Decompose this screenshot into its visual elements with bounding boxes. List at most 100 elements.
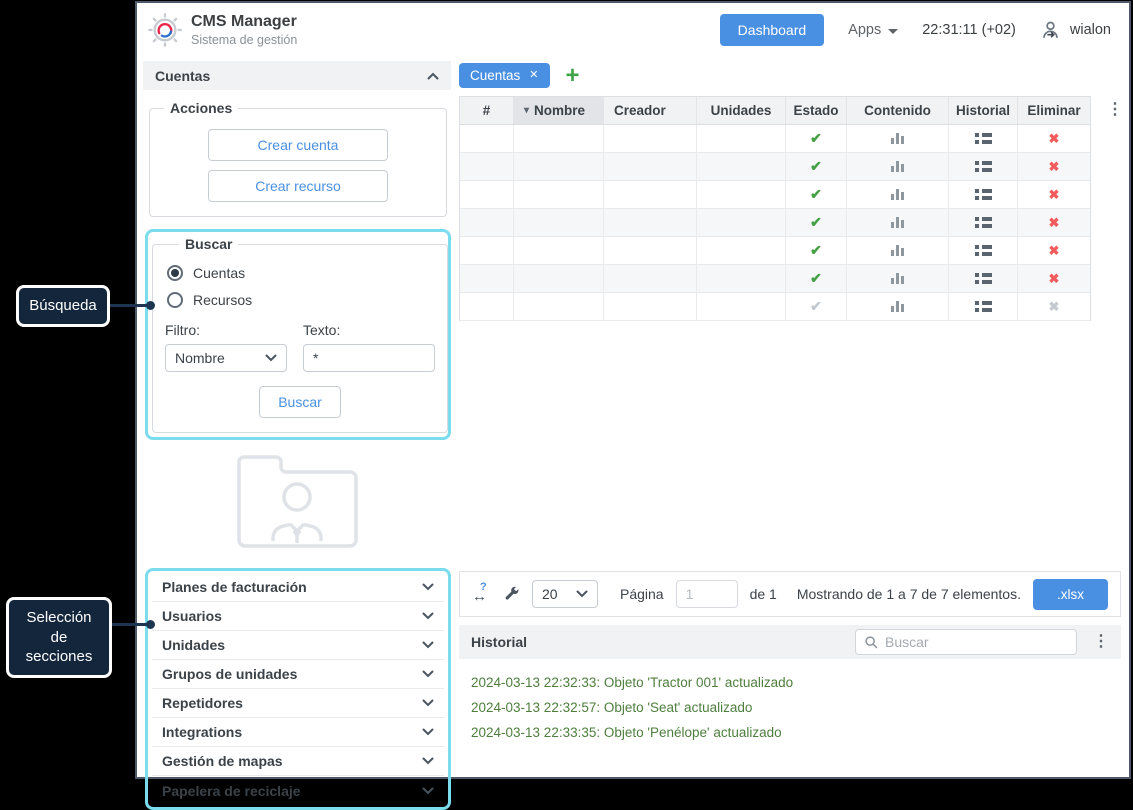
accounts-table: #▾NombreCreadorUnidadesEstadoContenidoHi…	[459, 96, 1091, 321]
historial-title: Historial	[471, 634, 527, 650]
column-header-contenido[interactable]: Contenido	[847, 97, 949, 125]
dashboard-button[interactable]: Dashboard	[720, 14, 825, 46]
eliminar-icon[interactable]: ✖	[1049, 271, 1060, 287]
contenido-chart-icon[interactable]	[891, 273, 904, 284]
sidebar-section-item[interactable]: Gestión de mapas	[152, 747, 444, 776]
contenido-chart-icon[interactable]	[891, 189, 904, 200]
clock: 22:31:11 (+02)	[922, 22, 1016, 38]
table-row[interactable]: ✔✖	[460, 181, 1090, 209]
table-row[interactable]: ✔✖	[460, 293, 1090, 321]
radio-recursos[interactable]: Recursos	[167, 292, 435, 308]
cell-creador	[604, 237, 697, 265]
table-row[interactable]: ✔✖	[460, 237, 1090, 265]
acciones-group: Acciones Crear cuenta Crear recurso	[149, 100, 447, 217]
estado-check-icon: ✔	[810, 186, 822, 203]
tab-cuentas[interactable]: Cuentas ✕	[459, 63, 550, 88]
column-header-num[interactable]: #	[460, 97, 514, 125]
page-size-select[interactable]: 20	[532, 580, 598, 608]
crear-cuenta-button[interactable]: Crear cuenta	[208, 129, 388, 161]
eliminar-icon[interactable]: ✖	[1049, 243, 1060, 259]
radio-cuentas[interactable]: Cuentas	[167, 265, 435, 281]
annotation-line-busqueda	[108, 304, 150, 307]
page-number-input[interactable]	[676, 580, 738, 608]
table-row[interactable]: ✔✖	[460, 153, 1090, 181]
cell-num	[460, 125, 514, 153]
radio-selected-icon[interactable]	[167, 265, 183, 281]
historial-list-icon[interactable]	[975, 161, 992, 172]
filtro-label: Filtro:	[165, 322, 287, 338]
buscar-highlight-box: Buscar Cuentas Recursos Filtro: Nombr	[145, 229, 451, 440]
historial-list-icon[interactable]	[975, 245, 992, 256]
contenido-chart-icon[interactable]	[891, 301, 904, 312]
tab-bar: Cuentas ✕ +	[459, 63, 1121, 88]
sidebar-section-item[interactable]: Repetidores	[152, 689, 444, 718]
texto-input[interactable]	[303, 344, 435, 372]
table-menu-kebab-icon[interactable]: ⋮	[1101, 102, 1129, 118]
table-row[interactable]: ✔✖	[460, 209, 1090, 237]
cell-unidades	[697, 265, 786, 293]
buscar-button[interactable]: Buscar	[259, 386, 341, 418]
column-header-nombre[interactable]: ▾Nombre	[514, 97, 604, 125]
historial-panel: Historial ⋮ 2024-03-13 22:32:33: Objeto …	[459, 625, 1121, 775]
log-entry: 2024-03-13 22:32:33: Objeto 'Tractor 001…	[471, 675, 1109, 690]
eliminar-icon[interactable]: ✖	[1049, 131, 1060, 147]
chevron-down-icon	[422, 612, 434, 620]
radio-unselected-icon[interactable]	[167, 292, 183, 308]
cell-num	[460, 181, 514, 209]
eliminar-icon[interactable]: ✖	[1049, 215, 1060, 231]
cell-unidades	[697, 125, 786, 153]
cell-unidades	[697, 293, 786, 321]
historial-list-icon[interactable]	[975, 133, 992, 144]
historial-list-icon[interactable]	[975, 301, 992, 312]
tab-close-icon[interactable]: ✕	[529, 70, 538, 81]
app-title: CMS Manager	[191, 13, 297, 31]
sidebar-section-item[interactable]: Integrations	[152, 718, 444, 747]
apps-menu[interactable]: Apps	[848, 22, 898, 38]
table-row[interactable]: ✔✖	[460, 125, 1090, 153]
user-menu[interactable]: wialon	[1040, 20, 1111, 41]
estado-check-icon: ✔	[810, 130, 822, 147]
historial-log-list: 2024-03-13 22:32:33: Objeto 'Tractor 001…	[459, 659, 1121, 740]
sidebar-section-item[interactable]: Grupos de unidades	[152, 660, 444, 689]
caret-down-icon	[888, 29, 898, 34]
sidebar-panel-header[interactable]: Cuentas	[143, 61, 451, 90]
username: wialon	[1070, 22, 1111, 38]
table-row[interactable]: ✔✖	[460, 265, 1090, 293]
historial-search[interactable]	[855, 629, 1077, 655]
export-xlsx-button[interactable]: .xlsx	[1033, 579, 1108, 610]
column-header-historial[interactable]: Historial	[949, 97, 1018, 125]
column-header-estado[interactable]: Estado	[786, 97, 847, 125]
autofit-columns-icon[interactable]: ? ↔	[472, 584, 492, 604]
column-header-creador[interactable]: Creador	[604, 97, 697, 125]
add-tab-button[interactable]: +	[566, 64, 580, 88]
annotation-line-secciones	[110, 623, 150, 626]
sidebar-section-item[interactable]: Usuarios	[152, 602, 444, 631]
sidebar-section-item[interactable]: Unidades	[152, 631, 444, 660]
historial-list-icon[interactable]	[975, 189, 992, 200]
eliminar-icon[interactable]: ✖	[1049, 187, 1060, 203]
buscar-group: Buscar Cuentas Recursos Filtro: Nombr	[152, 236, 448, 433]
column-header-unidades[interactable]: Unidades	[697, 97, 786, 125]
historial-list-icon[interactable]	[975, 273, 992, 284]
crear-recurso-button[interactable]: Crear recurso	[208, 170, 388, 202]
cell-nombre	[514, 265, 604, 293]
sidebar-section-item[interactable]: Planes de facturación	[152, 573, 444, 602]
cell-unidades	[697, 153, 786, 181]
historial-list-icon[interactable]	[975, 217, 992, 228]
annotation-dot-secciones	[146, 620, 155, 629]
cell-creador	[604, 153, 697, 181]
eliminar-icon[interactable]: ✖	[1049, 159, 1060, 175]
filtro-select[interactable]: Nombre	[165, 344, 287, 372]
sidebar-section-item[interactable]: Papelera de reciclaje	[152, 776, 444, 805]
cell-creador	[604, 293, 697, 321]
column-header-eliminar[interactable]: Eliminar	[1018, 97, 1090, 125]
contenido-chart-icon[interactable]	[891, 245, 904, 256]
search-icon	[864, 635, 878, 649]
contenido-chart-icon[interactable]	[891, 217, 904, 228]
contenido-chart-icon[interactable]	[891, 161, 904, 172]
historial-search-input[interactable]	[885, 634, 1068, 650]
historial-menu-kebab-icon[interactable]: ⋮	[1087, 634, 1115, 650]
table-settings-wrench-icon[interactable]	[504, 586, 520, 602]
cell-num	[460, 265, 514, 293]
contenido-chart-icon[interactable]	[891, 133, 904, 144]
